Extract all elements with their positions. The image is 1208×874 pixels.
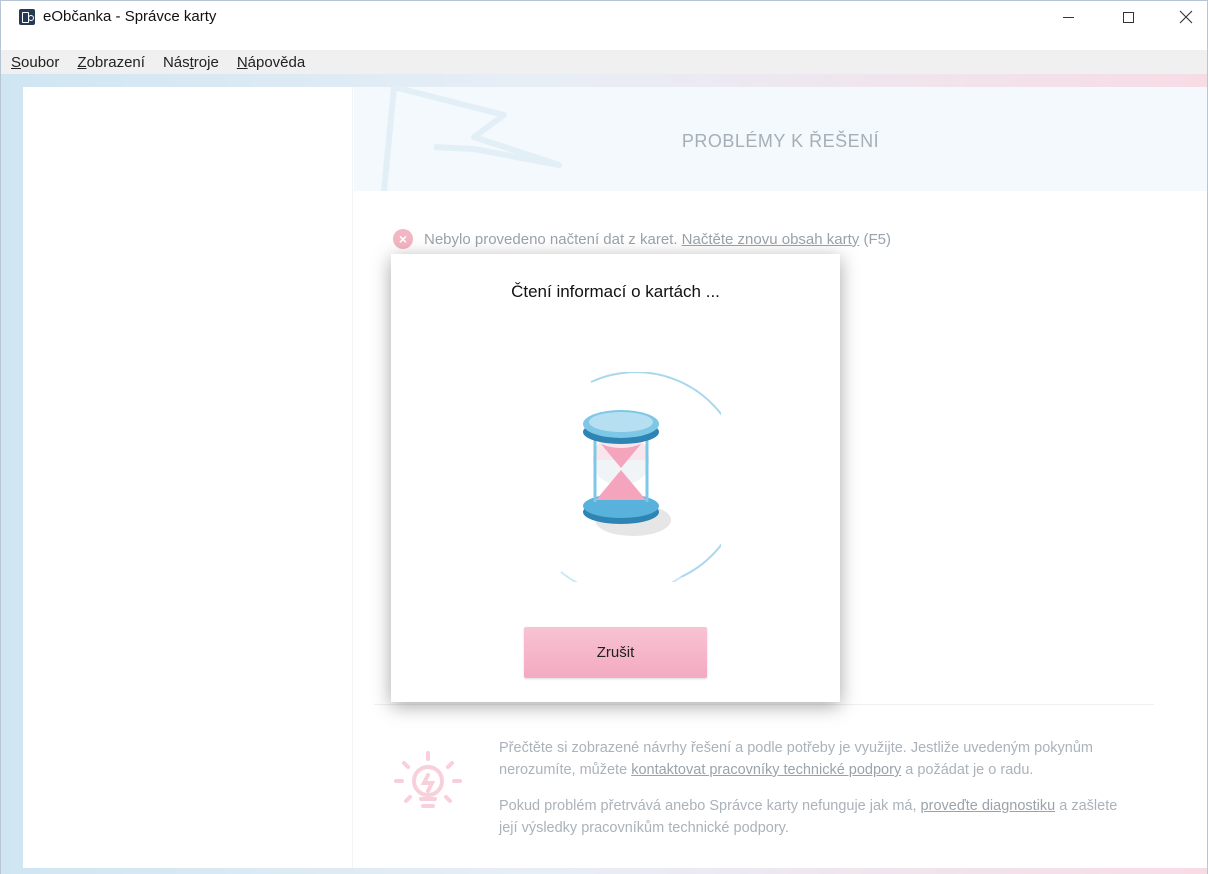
close-icon [1179,10,1193,24]
title-bar: eObčanka - Správce karty [1,1,1207,33]
dialog-title: Čtení informací o kartách ... [511,282,720,301]
help-tips: Přečtěte si zobrazené návrhy řešení a po… [499,737,1139,853]
maximize-button[interactable] [1105,1,1151,33]
run-diagnostics-link[interactable]: proveďte diagnostiku [921,798,1056,814]
problems-header: PROBLÉMY K ŘEŠENÍ [354,87,1207,191]
lightbulb-icon [394,751,462,808]
window-title: eObčanka - Správce karty [43,8,217,25]
loading-dialog: Čtení informací o kartách ... Zrušit [391,254,840,702]
tip-paragraph-1: Přečtěte si zobrazené návrhy řešení a po… [499,740,1094,778]
cancel-button[interactable]: Zrušit [524,627,707,678]
card-sidebar [23,87,353,868]
minimize-icon [1062,16,1074,18]
hourglass-spinner-icon [560,372,721,582]
menu-nastroje[interactable]: Nástroje [163,54,219,71]
error-shortcut: (F5) [863,230,891,248]
error-message: × Nebylo provedeno načtení dat z karet. … [393,229,891,249]
contact-support-link[interactable]: kontaktovat pracovníky technické podpory [631,762,901,778]
minimize-button[interactable] [1045,1,1091,33]
error-text: Nebylo provedeno načtení dat z karet. [424,230,678,248]
maximize-icon [1122,11,1134,23]
eobcanka-app-icon [19,9,35,25]
error-icon: × [393,229,413,249]
menu-napoveda[interactable]: Nápověda [237,54,305,71]
menu-bar: Soubor Zobrazení Nástroje Nápověda [1,50,1207,74]
divider [374,704,1154,705]
menu-zobrazeni[interactable]: Zobrazení [77,54,145,71]
reload-card-link[interactable]: Načtěte znovu obsah karty [682,231,860,248]
menu-soubor[interactable]: Soubor [11,54,59,71]
page-title: PROBLÉMY K ŘEŠENÍ [681,131,880,151]
close-button[interactable] [1163,1,1208,33]
tip-paragraph-2: Pokud problém přetrvává anebo Správce ka… [499,798,1118,836]
app-window: eObčanka - Správce karty Soubor Zobrazen… [0,0,1208,874]
